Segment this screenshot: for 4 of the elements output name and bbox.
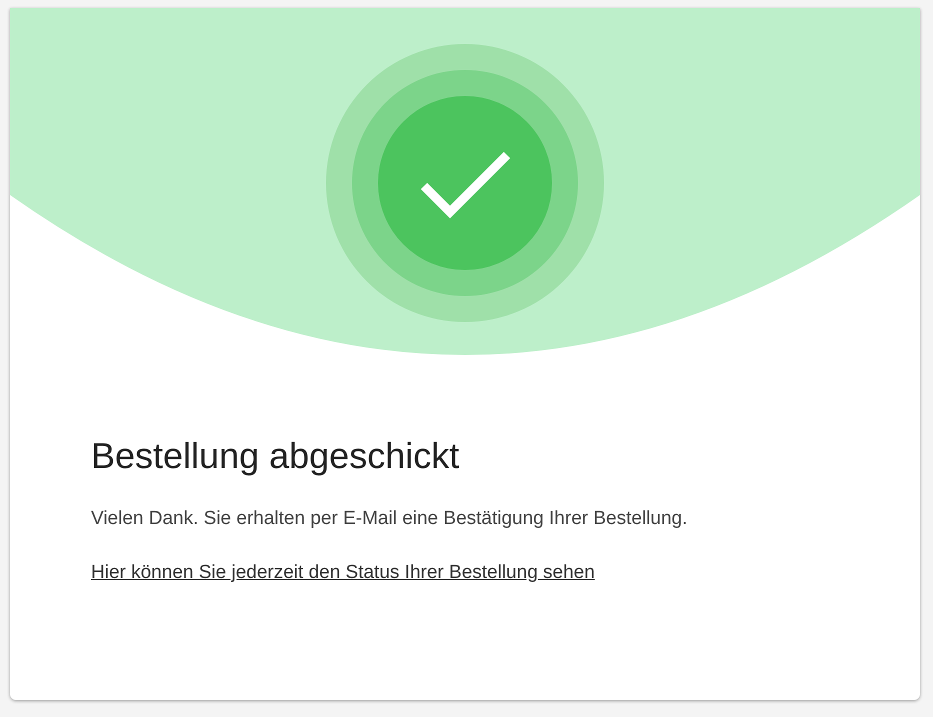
check-circle-icon [326,44,604,322]
confirmation-title: Bestellung abgeschickt [91,434,460,478]
confirmation-message: Vielen Dank. Sie erhalten per E-Mail eine Bestätigung Ihrer Bestellung. [91,507,688,531]
order-status-link[interactable]: Hier können Sie jederzeit den Status Ihrer Bestellung sehen [91,560,595,586]
